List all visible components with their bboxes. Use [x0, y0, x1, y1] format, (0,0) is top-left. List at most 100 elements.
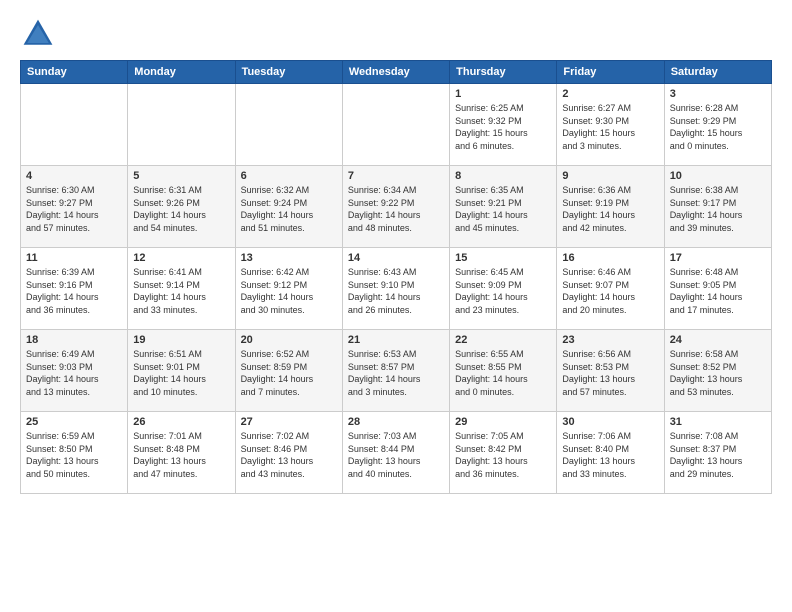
calendar-header-sunday: Sunday	[21, 61, 128, 84]
calendar-cell: 25 Sunrise: 6:59 AM Sunset: 8:50 PM Dayli…	[21, 412, 128, 494]
day-info: Sunrise: 6:45 AM Sunset: 9:09 PM Dayligh…	[455, 266, 551, 316]
day-info: Sunrise: 6:43 AM Sunset: 9:10 PM Dayligh…	[348, 266, 444, 316]
day-number: 18	[26, 334, 122, 346]
day-info: Sunrise: 7:05 AM Sunset: 8:42 PM Dayligh…	[455, 430, 551, 480]
day-number: 31	[670, 416, 766, 428]
day-number: 21	[348, 334, 444, 346]
calendar-cell: 9Sunrise: 6:36 AM Sunset: 9:19 PM Daylig…	[557, 166, 664, 248]
day-number: 14	[348, 252, 444, 264]
calendar-header-tuesday: Tuesday	[235, 61, 342, 84]
day-info: Sunrise: 6:53 AM Sunset: 8:57 PM Dayligh…	[348, 348, 444, 398]
day-number: 19	[133, 334, 229, 346]
calendar-cell: 23 Sunrise: 6:56 AM Sunset: 8:53 PM Dayli…	[557, 330, 664, 412]
day-number: 8	[455, 170, 551, 182]
day-number: 30	[562, 416, 658, 428]
day-info: Sunrise: 6:48 AM Sunset: 9:05 PM Dayligh…	[670, 266, 766, 316]
day-number: 25	[26, 416, 122, 428]
calendar-cell: 18Sunrise: 6:49 AM Sunset: 9:03 PM Dayli…	[21, 330, 128, 412]
logo	[20, 16, 62, 52]
day-info: Sunrise: 7:08 AM Sunset: 8:37 PM Dayligh…	[670, 430, 766, 480]
calendar-cell: 17 Sunrise: 6:48 AM Sunset: 9:05 PM Dayli…	[664, 248, 771, 330]
day-number: 26	[133, 416, 229, 428]
day-number: 6	[241, 170, 337, 182]
calendar-cell: 3 Sunrise: 6:28 AM Sunset: 9:29 PM Daylig…	[664, 84, 771, 166]
day-info: Sunrise: 6:41 AM Sunset: 9:14 PM Dayligh…	[133, 266, 229, 316]
day-number: 12	[133, 252, 229, 264]
day-info: Sunrise: 6:46 AM Sunset: 9:07 PM Dayligh…	[562, 266, 658, 316]
day-info: Sunrise: 6:39 AM Sunset: 9:16 PM Dayligh…	[26, 266, 122, 316]
day-number: 16	[562, 252, 658, 264]
day-number: 23	[562, 334, 658, 346]
calendar-cell: 6Sunrise: 6:32 AM Sunset: 9:24 PM Daylig…	[235, 166, 342, 248]
day-number: 28	[348, 416, 444, 428]
day-number: 4	[26, 170, 122, 182]
day-number: 17	[670, 252, 766, 264]
calendar-cell: 14 Sunrise: 6:43 AM Sunset: 9:10 PM Dayli…	[342, 248, 449, 330]
day-info: Sunrise: 6:59 AM Sunset: 8:50 PM Dayligh…	[26, 430, 122, 480]
day-number: 27	[241, 416, 337, 428]
day-number: 24	[670, 334, 766, 346]
day-info: Sunrise: 6:25 AM Sunset: 9:32 PM Dayligh…	[455, 102, 551, 152]
day-info: Sunrise: 6:31 AM Sunset: 9:26 PM Dayligh…	[133, 184, 229, 234]
day-number: 15	[455, 252, 551, 264]
day-info: Sunrise: 6:35 AM Sunset: 9:21 PM Dayligh…	[455, 184, 551, 234]
calendar-cell: 2 Sunrise: 6:27 AM Sunset: 9:30 PM Daylig…	[557, 84, 664, 166]
day-info: Sunrise: 6:34 AM Sunset: 9:22 PM Dayligh…	[348, 184, 444, 234]
day-number: 5	[133, 170, 229, 182]
day-number: 10	[670, 170, 766, 182]
calendar-cell: 13 Sunrise: 6:42 AM Sunset: 9:12 PM Dayli…	[235, 248, 342, 330]
calendar-header-thursday: Thursday	[450, 61, 557, 84]
calendar-header-wednesday: Wednesday	[342, 61, 449, 84]
calendar-cell: 27 Sunrise: 7:02 AM Sunset: 8:46 PM Dayli…	[235, 412, 342, 494]
calendar-cell: 26Sunrise: 7:01 AM Sunset: 8:48 PM Dayli…	[128, 412, 235, 494]
calendar-cell: 12 Sunrise: 6:41 AM Sunset: 9:14 PM Dayli…	[128, 248, 235, 330]
calendar-cell: 5 Sunrise: 6:31 AM Sunset: 9:26 PM Daylig…	[128, 166, 235, 248]
calendar-cell: 28 Sunrise: 7:03 AM Sunset: 8:44 PM Dayli…	[342, 412, 449, 494]
calendar-week-2: 4 Sunrise: 6:30 AM Sunset: 9:27 PM Daylig…	[21, 166, 772, 248]
day-info: Sunrise: 6:27 AM Sunset: 9:30 PM Dayligh…	[562, 102, 658, 152]
day-number: 29	[455, 416, 551, 428]
calendar-cell	[342, 84, 449, 166]
day-number: 20	[241, 334, 337, 346]
calendar: SundayMondayTuesdayWednesdayThursdayFrid…	[20, 60, 772, 494]
day-number: 22	[455, 334, 551, 346]
calendar-cell: 15 Sunrise: 6:45 AM Sunset: 9:09 PM Dayli…	[450, 248, 557, 330]
day-info: Sunrise: 6:42 AM Sunset: 9:12 PM Dayligh…	[241, 266, 337, 316]
day-info: Sunrise: 6:38 AM Sunset: 9:17 PM Dayligh…	[670, 184, 766, 234]
calendar-cell: 1 Sunrise: 6:25 AM Sunset: 9:32 PM Daylig…	[450, 84, 557, 166]
calendar-cell	[128, 84, 235, 166]
calendar-cell: 4 Sunrise: 6:30 AM Sunset: 9:27 PM Daylig…	[21, 166, 128, 248]
day-number: 1	[455, 88, 551, 100]
day-info: Sunrise: 7:02 AM Sunset: 8:46 PM Dayligh…	[241, 430, 337, 480]
calendar-cell: 29 Sunrise: 7:05 AM Sunset: 8:42 PM Dayli…	[450, 412, 557, 494]
day-info: Sunrise: 6:51 AM Sunset: 9:01 PM Dayligh…	[133, 348, 229, 398]
day-info: Sunrise: 6:28 AM Sunset: 9:29 PM Dayligh…	[670, 102, 766, 152]
calendar-cell: 30Sunrise: 7:06 AM Sunset: 8:40 PM Dayli…	[557, 412, 664, 494]
calendar-header-friday: Friday	[557, 61, 664, 84]
calendar-cell: 22 Sunrise: 6:55 AM Sunset: 8:55 PM Dayli…	[450, 330, 557, 412]
calendar-week-1: 1 Sunrise: 6:25 AM Sunset: 9:32 PM Daylig…	[21, 84, 772, 166]
day-number: 2	[562, 88, 658, 100]
calendar-cell	[21, 84, 128, 166]
calendar-cell: 11 Sunrise: 6:39 AM Sunset: 9:16 PM Dayli…	[21, 248, 128, 330]
day-number: 9	[562, 170, 658, 182]
day-info: Sunrise: 7:03 AM Sunset: 8:44 PM Dayligh…	[348, 430, 444, 480]
header	[20, 16, 772, 52]
calendar-cell: 20 Sunrise: 6:52 AM Sunset: 8:59 PM Dayli…	[235, 330, 342, 412]
day-info: Sunrise: 6:56 AM Sunset: 8:53 PM Dayligh…	[562, 348, 658, 398]
calendar-week-4: 18Sunrise: 6:49 AM Sunset: 9:03 PM Dayli…	[21, 330, 772, 412]
calendar-cell: 16 Sunrise: 6:46 AM Sunset: 9:07 PM Dayli…	[557, 248, 664, 330]
calendar-week-5: 25 Sunrise: 6:59 AM Sunset: 8:50 PM Dayli…	[21, 412, 772, 494]
calendar-header-row: SundayMondayTuesdayWednesdayThursdayFrid…	[21, 61, 772, 84]
day-info: Sunrise: 6:52 AM Sunset: 8:59 PM Dayligh…	[241, 348, 337, 398]
day-number: 13	[241, 252, 337, 264]
calendar-header-saturday: Saturday	[664, 61, 771, 84]
logo-icon	[20, 16, 56, 52]
day-number: 3	[670, 88, 766, 100]
calendar-cell: 7Sunrise: 6:34 AM Sunset: 9:22 PM Daylig…	[342, 166, 449, 248]
day-info: Sunrise: 6:58 AM Sunset: 8:52 PM Dayligh…	[670, 348, 766, 398]
day-number: 11	[26, 252, 122, 264]
day-info: Sunrise: 6:30 AM Sunset: 9:27 PM Dayligh…	[26, 184, 122, 234]
day-info: Sunrise: 6:55 AM Sunset: 8:55 PM Dayligh…	[455, 348, 551, 398]
calendar-cell: 24 Sunrise: 6:58 AM Sunset: 8:52 PM Dayli…	[664, 330, 771, 412]
